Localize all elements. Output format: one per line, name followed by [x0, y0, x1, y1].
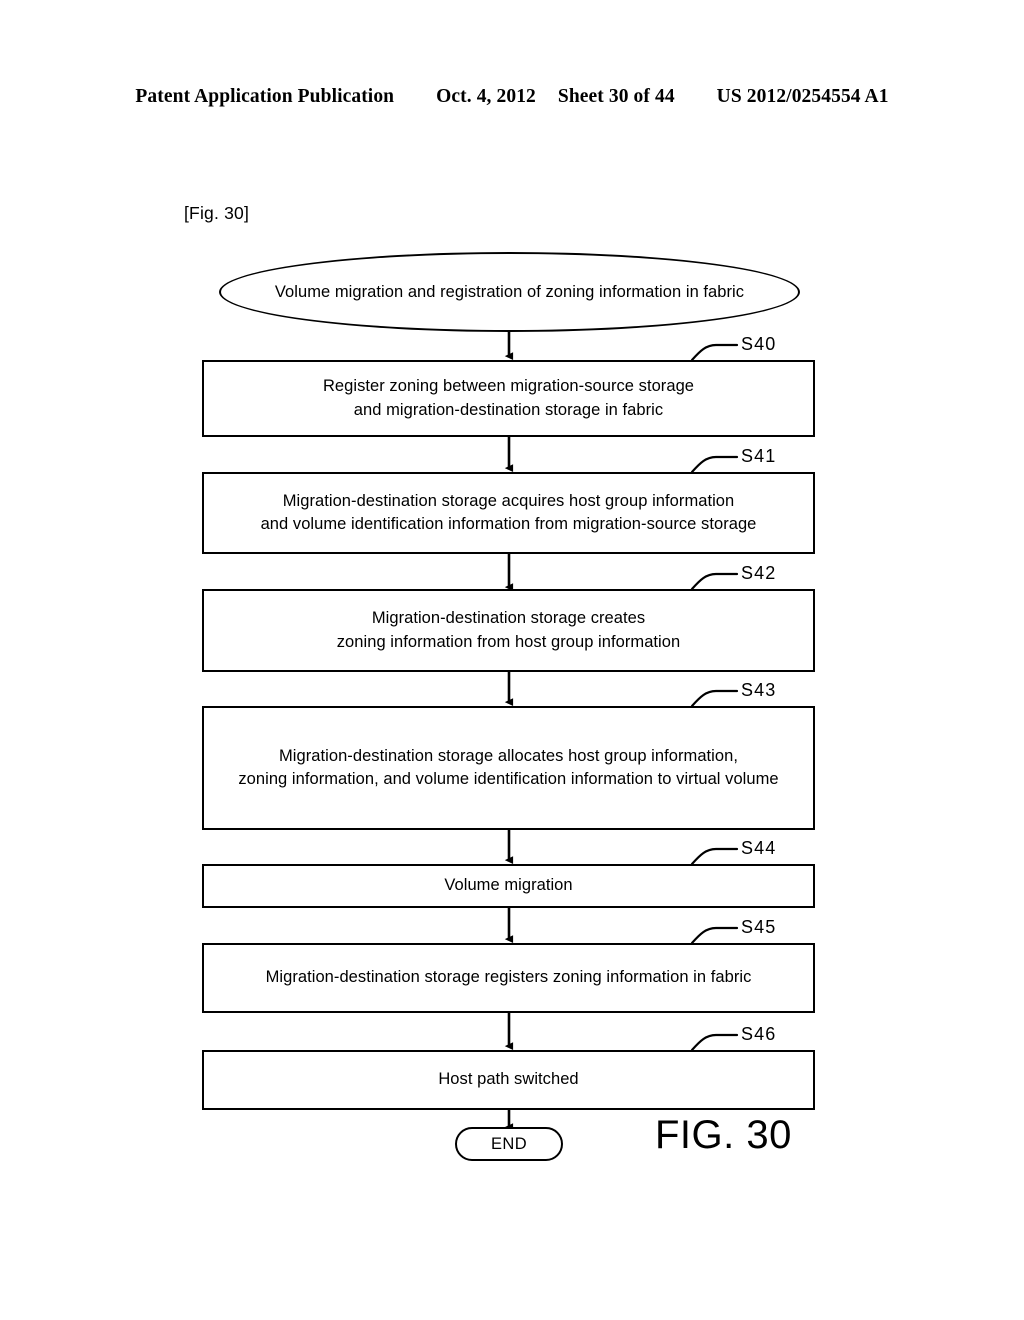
step-tag-s43: S43 [741, 680, 777, 700]
process-box-s44-line-1: Volume migration [444, 876, 573, 895]
flow-start-terminal: Volume migration and registration of zon… [219, 252, 800, 332]
step-tag-s41: S41 [741, 446, 777, 466]
process-box-s40-line-1: Register zoning between migration-source… [322, 377, 695, 396]
flow-start-label: Volume migration and registration of zon… [274, 282, 745, 301]
process-box-s43-text: Migration-destination storage allocates … [238, 745, 778, 792]
patent-figure-page: Patent Application Publication Oct. 4, 2… [0, 0, 1024, 1320]
process-box-s43-line-2: zoning information, and volume identific… [238, 770, 779, 788]
process-box-s43-line-1: Migration-destination storage allocates … [279, 746, 738, 765]
step-tag-s40: S40 [741, 334, 777, 354]
process-box-s44: Volume migration [202, 864, 815, 908]
flow-end-label: END [490, 1134, 528, 1153]
process-box-s46-line-1: Host path switched [438, 1070, 579, 1089]
process-box-s40-line-2: and migration-destination storage in fab… [353, 400, 664, 419]
process-box-s45: Migration-destination storage registers … [202, 943, 815, 1013]
process-box-s42-text: Migration-destination storage creates zo… [337, 607, 680, 654]
process-box-s45-text: Migration-destination storage registers … [266, 966, 752, 989]
process-box-s40: Register zoning between migration-source… [202, 360, 815, 437]
figure-caption: FIG. 30 [655, 1113, 792, 1157]
leader-s45 [690, 926, 739, 945]
step-tag-s42: S42 [741, 563, 777, 583]
process-box-s46-text: Host path switched [438, 1068, 578, 1091]
process-box-s43: Migration-destination storage allocates … [202, 706, 815, 830]
process-box-s41-line-1: Migration-destination storage acquires h… [282, 491, 735, 510]
process-box-s44-text: Volume migration [444, 874, 572, 897]
process-box-s41-text: Migration-destination storage acquires h… [261, 490, 757, 537]
process-box-s46: Host path switched [202, 1050, 815, 1110]
step-tag-s45: S45 [741, 917, 777, 937]
leader-s40 [690, 343, 739, 362]
step-tag-s44: S44 [741, 838, 777, 858]
process-box-s40-text: Register zoning between migration-source… [323, 375, 694, 422]
process-box-s42-line-1: Migration-destination storage creates [371, 609, 646, 628]
process-box-s45-line-1: Migration-destination storage registers … [265, 968, 752, 987]
leader-s44 [690, 847, 739, 866]
leader-s46 [690, 1033, 739, 1052]
flow-end-terminal: END [455, 1127, 563, 1161]
process-box-s41-line-2: and volume identification information fr… [260, 515, 757, 533]
process-box-s42: Migration-destination storage creates zo… [202, 589, 815, 672]
process-box-s41: Migration-destination storage acquires h… [202, 472, 815, 554]
leader-s41 [690, 455, 739, 474]
leader-s42 [690, 572, 739, 591]
leader-s43 [690, 689, 739, 708]
process-box-s42-line-2: zoning information from host group infor… [336, 632, 681, 651]
step-tag-s46: S46 [741, 1024, 777, 1044]
